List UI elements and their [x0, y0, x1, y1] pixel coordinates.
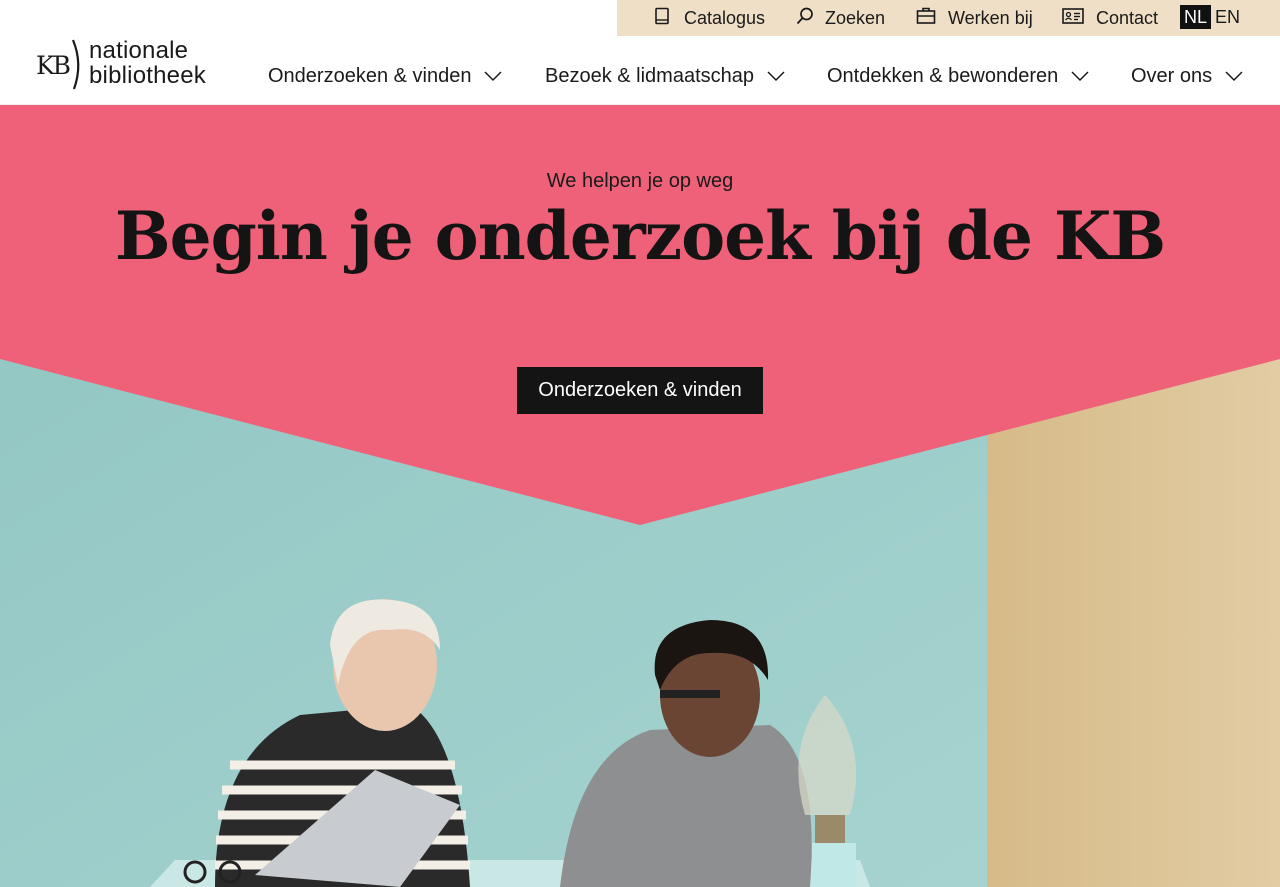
- hero-title: Begin je onderzoek bij de KB: [114, 197, 1166, 275]
- catalogus-label: Catalogus: [684, 7, 766, 28]
- chevron-down-icon: [1071, 71, 1089, 82]
- contact-link[interactable]: Contact: [1062, 0, 1158, 36]
- nav-bezoek-lidmaatschap[interactable]: Bezoek & lidmaatschap: [545, 58, 786, 94]
- nav-over-ons[interactable]: Over ons: [1131, 58, 1244, 94]
- lang-en-button[interactable]: EN: [1211, 5, 1244, 29]
- nav-item-label: Bezoek & lidmaatschap: [545, 64, 755, 87]
- catalogus-link[interactable]: Catalogus: [652, 0, 765, 36]
- lang-nl-button[interactable]: NL: [1180, 5, 1212, 29]
- book-icon: [652, 6, 672, 31]
- nav-item-label: Over ons: [1131, 64, 1213, 87]
- nav-ontdekken-bewonderen[interactable]: Ontdekken & bewonderen: [827, 58, 1090, 94]
- zoeken-label: Zoeken: [825, 7, 886, 28]
- nav-item-label: Onderzoeken & vinden: [268, 64, 472, 87]
- werken-bij-label: Werken bij: [948, 7, 1033, 28]
- nav-item-label: Ontdekken & bewonderen: [827, 64, 1059, 87]
- hero-kicker: We helpen je op weg: [546, 170, 734, 192]
- hero-section: We helpen je op weg Begin je onderzoek b…: [0, 105, 1280, 887]
- briefcase-icon: [916, 6, 936, 31]
- chevron-down-icon: [767, 71, 785, 82]
- chevron-down-icon: [484, 71, 502, 82]
- nav-onderzoeken-vinden[interactable]: Onderzoeken & vinden: [268, 58, 503, 94]
- main-navigation: Onderzoeken & vinden Bezoek & lidmaatsch…: [0, 58, 1280, 94]
- zoeken-link[interactable]: Zoeken: [795, 0, 885, 36]
- contact-label: Contact: [1096, 7, 1159, 28]
- utility-bar: Catalogus Zoeken Werken bij Contact NL E…: [617, 0, 1280, 36]
- search-icon: [795, 6, 815, 31]
- chevron-down-icon: [1225, 71, 1243, 82]
- werken-bij-link[interactable]: Werken bij: [916, 0, 1033, 36]
- contact-card-icon: [1062, 6, 1084, 31]
- hero-cta-button[interactable]: Onderzoeken & vinden: [517, 367, 763, 414]
